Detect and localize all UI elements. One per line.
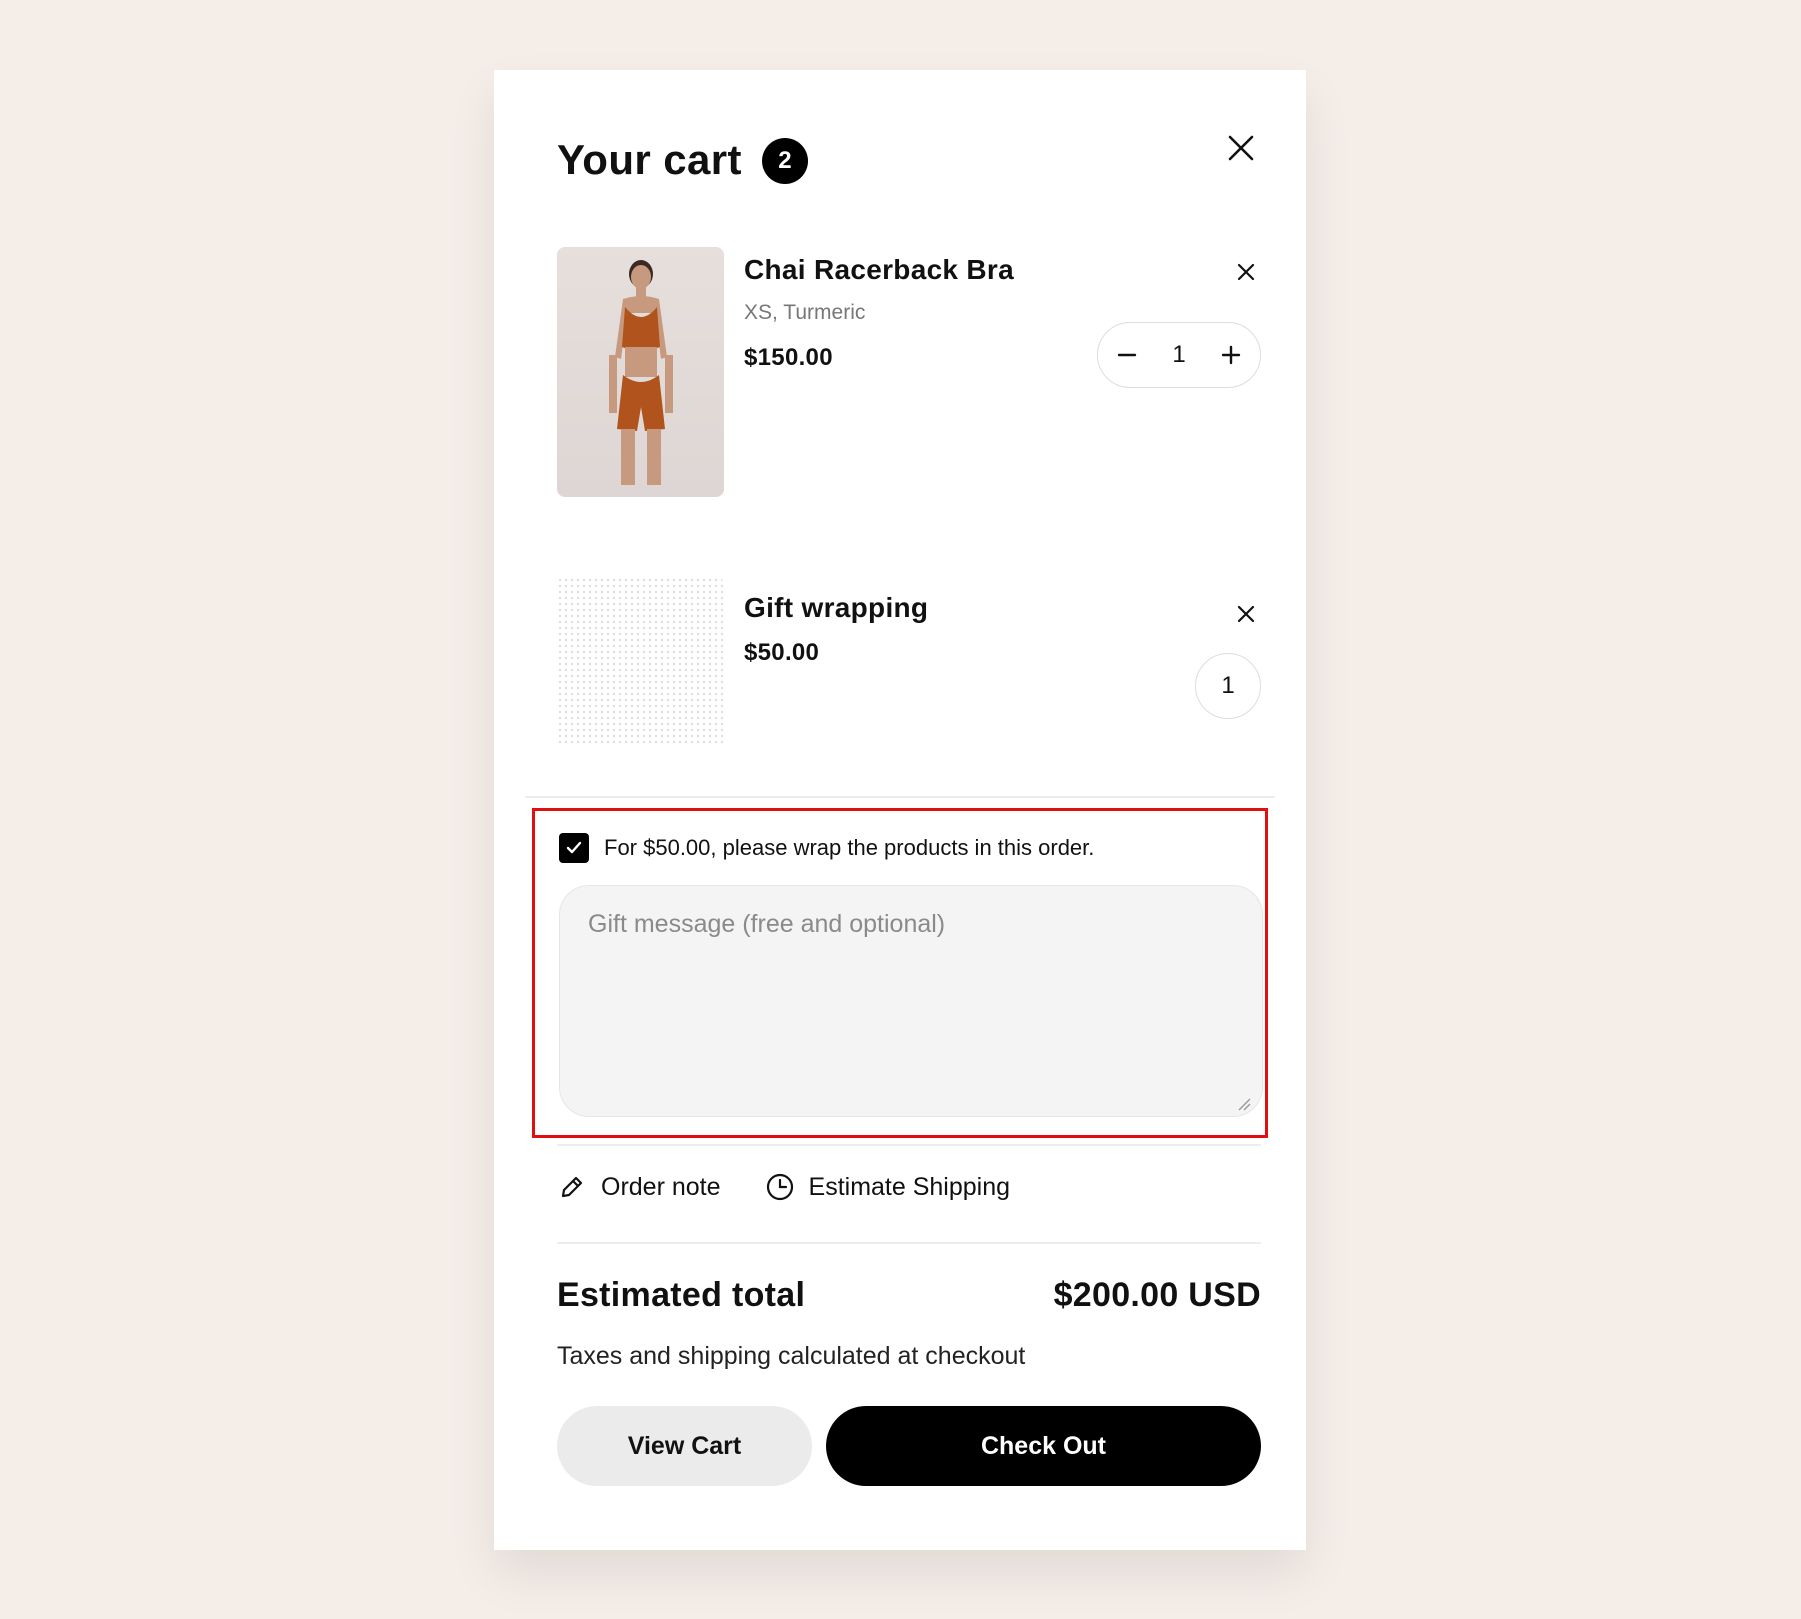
plus-icon [1221, 345, 1241, 365]
gift-wrap-image [557, 577, 724, 747]
close-cart-button[interactable] [1221, 128, 1261, 168]
close-icon [1237, 605, 1255, 623]
gift-options-highlight: For $50.00, please wrap the products in … [532, 808, 1268, 1138]
cart-title: Your cart [557, 136, 742, 183]
estimated-total-value: $200.00 USD [1053, 1276, 1261, 1314]
cart-actions: View Cart Check Out [557, 1406, 1261, 1486]
product-price: $150.00 [744, 344, 833, 371]
tax-note: Taxes and shipping calculated at checkou… [557, 1342, 1026, 1370]
close-icon [1237, 263, 1255, 281]
product-variant: XS, Turmeric [744, 301, 866, 324]
quantity-value: 1 [1195, 653, 1261, 719]
product-photo-icon [609, 260, 673, 485]
order-note-label: Order note [601, 1172, 721, 1201]
gift-wrap-option: For $50.00, please wrap the products in … [559, 833, 1094, 863]
estimated-total-label: Estimated total [557, 1276, 806, 1314]
divider [557, 1144, 1261, 1146]
gift-wrap-label[interactable]: For $50.00, please wrap the products in … [604, 835, 1094, 861]
order-note-link[interactable]: Order note [557, 1172, 721, 1202]
decrease-quantity-button[interactable] [1112, 340, 1142, 370]
cart-item-2: Gift wrapping $50.00 1 [557, 577, 1261, 747]
checkmark-icon [566, 841, 582, 854]
gift-message-input[interactable] [559, 885, 1263, 1117]
close-icon [1228, 135, 1254, 161]
cart-header: Your cart 2 [557, 135, 1261, 206]
remove-item-button[interactable] [1231, 599, 1261, 629]
cart-item-1: Chai Racerback Bra XS, Turmeric $150.00 … [557, 247, 1261, 497]
quantity-stepper: 1 [1097, 322, 1261, 388]
clock-icon [766, 1173, 793, 1201]
divider [557, 1242, 1261, 1244]
increase-quantity-button[interactable] [1216, 340, 1246, 370]
estimate-shipping-link[interactable]: Estimate Shipping [765, 1172, 1011, 1202]
pencil-icon [561, 1176, 583, 1198]
cart-drawer: Your cart 2 Chai Racerback Bra XS, Turme… [494, 70, 1306, 1550]
estimate-shipping-label: Estimate Shipping [808, 1172, 1011, 1201]
gift-wrap-checkbox[interactable] [559, 833, 589, 863]
product-price: $50.00 [744, 639, 820, 666]
remove-item-button[interactable] [1231, 257, 1261, 287]
view-cart-button[interactable]: View Cart [557, 1406, 812, 1486]
quantity-value[interactable]: 1 [1142, 341, 1216, 369]
resize-handle-icon[interactable] [1237, 1097, 1251, 1111]
cart-count-badge: 2 [761, 138, 808, 184]
estimated-total-row: Estimated total $200.00 USD [557, 1276, 1261, 1315]
product-name[interactable]: Chai Racerback Bra [744, 254, 1014, 286]
product-image[interactable] [557, 247, 724, 497]
check-out-button[interactable]: Check Out [826, 1406, 1261, 1486]
cart-extra-links: Order note Estimate Shipping [557, 1172, 1010, 1202]
product-name[interactable]: Gift wrapping [744, 592, 928, 624]
cart-title-group: Your cart 2 [557, 136, 1261, 184]
divider [525, 796, 1275, 798]
minus-icon [1117, 353, 1137, 357]
